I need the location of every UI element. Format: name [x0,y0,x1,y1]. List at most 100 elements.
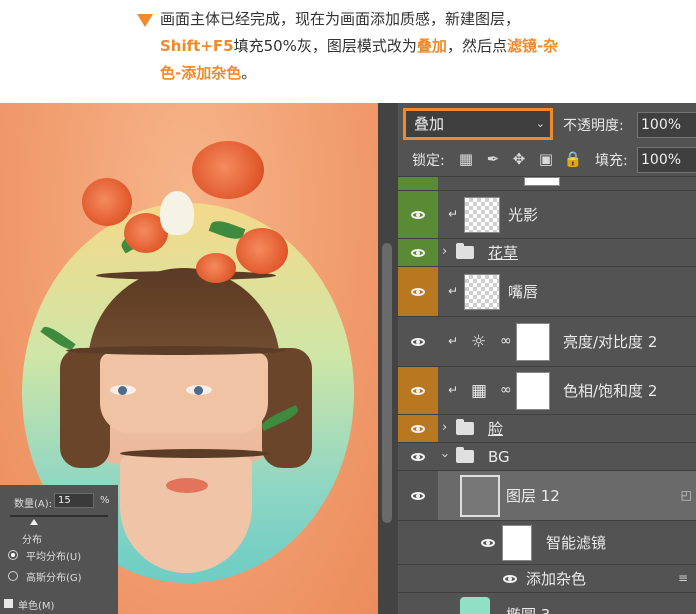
clipping-mask-icon: ↵ [448,333,459,348]
amount-unit: % [100,495,110,506]
smart-filters-label[interactable]: 智能滤镜 [546,533,606,553]
uniform-radio[interactable] [8,550,18,560]
clipping-mask-icon: ↵ [448,283,459,298]
visibility-toggle[interactable] [398,267,438,316]
visibility-toggle[interactable] [398,317,438,366]
lock-all-icon[interactable]: 🔒 [562,148,584,170]
fill-input[interactable]: 100% [637,147,696,173]
hotkey-text: Shift+F5 [160,37,234,55]
amount-slider-track[interactable] [10,515,108,517]
layer-name[interactable]: 光影 [508,205,538,225]
folder-icon [456,242,474,259]
tutorial-text: ，然后点 [446,37,507,55]
filter-blending-options-icon[interactable]: ≡ [678,571,688,585]
layer-name[interactable]: 椭圆 3 [506,605,550,614]
tutorial-text: 。 [241,64,257,82]
group-name[interactable]: 花草 [488,243,518,263]
blend-mode-value: 叠加 [414,115,445,133]
amount-slider-thumb[interactable] [30,519,38,525]
layer-group-row[interactable]: › BG [398,442,696,470]
layer-name[interactable]: 亮度/对比度 2 [563,332,657,352]
visibility-toggle[interactable] [398,415,438,442]
amount-label: 数量(A): [14,499,53,510]
smart-filters-row[interactable]: 智能滤镜 [398,520,696,564]
clipping-mask-icon: ↵ [448,206,459,221]
tutorial-header: 画面主体已经完成，现在为画面添加质感，新建图层， Shift+F5填充50%灰，… [0,0,696,100]
group-name[interactable]: BG [488,447,510,467]
layer-thumbnail [460,597,490,614]
layer-row[interactable]: ↵ ▦ ∞ 色相/饱和度 2 [398,366,696,414]
panel-scrollbar[interactable] [378,103,398,614]
visibility-toggle[interactable] [398,443,438,470]
layer-group-row[interactable]: › 花草 [398,238,696,266]
lock-transparent-icon[interactable]: ▦ [455,148,477,170]
scrollbar-thumb[interactable] [382,243,392,523]
layer-row[interactable]: ↵ 光影 [398,190,696,238]
visibility-toggle[interactable] [398,471,438,520]
brightness-contrast-icon: ☼ [471,331,487,352]
layer-row[interactable] [398,176,696,190]
hue-saturation-icon: ▦ [471,380,488,401]
uniform-label[interactable]: 平均分布(U) [26,548,81,563]
slice-edge [120,449,270,458]
layer-name[interactable]: 嘴唇 [508,282,538,302]
amount-input[interactable]: 15 [54,493,94,508]
white-lily [160,191,194,235]
visibility-toggle[interactable] [398,593,438,614]
eye-icon[interactable] [481,538,495,547]
right-eye [186,385,212,395]
layer-row[interactable]: ↵ ☼ ∞ 亮度/对比度 2 [398,316,696,366]
layer-row-selected[interactable]: 图层 12 ◰ [398,470,696,520]
layer-thumbnail [524,177,560,186]
layer-row[interactable]: ↵ 嘴唇 [398,266,696,316]
eye-icon [411,424,425,433]
clipping-mask-icon: ↵ [448,382,459,397]
gaussian-radio[interactable] [8,571,18,581]
filter-name[interactable]: 添加杂色 [526,569,586,589]
blend-mode-select[interactable]: 叠加 ⌄ [403,108,553,140]
chevron-right-icon[interactable]: › [442,244,447,259]
layer-mask-thumbnail [516,323,550,361]
slice-edge [96,271,276,280]
link-icon[interactable]: ∞ [500,382,512,398]
tutorial-line-3: 色-添加杂色。 [160,62,256,84]
visibility-spacer [398,565,438,592]
filter-row[interactable]: 添加杂色 ≡ [398,564,696,592]
folder-icon [456,446,474,463]
visibility-toggle[interactable] [398,191,438,238]
folder-icon [456,418,474,435]
chevron-down-icon[interactable]: › [437,452,452,457]
visibility-toggle[interactable] [398,367,438,414]
group-name[interactable]: 脸 [488,419,503,439]
poppy-flower [82,178,132,226]
eye-icon [411,337,425,346]
layer-name[interactable]: 色相/饱和度 2 [563,381,657,401]
poppy-flower [236,228,288,274]
visibility-toggle[interactable] [398,177,438,190]
lips [166,478,208,493]
gaussian-label[interactable]: 高斯分布(G) [26,569,82,584]
lock-move-icon[interactable]: ✥ [508,148,530,170]
lock-paint-icon[interactable]: ✒ [482,148,504,170]
layer-name[interactable]: 图层 12 [506,486,560,506]
left-eye [110,385,136,395]
eye-icon [411,248,425,257]
chevron-right-icon[interactable]: › [442,420,447,435]
tutorial-line-2: Shift+F5填充50%灰，图层模式改为叠加，然后点滤镜-杂 [160,35,558,57]
monochrome-checkbox[interactable] [4,599,13,608]
chevron-down-icon: ⌄ [535,117,545,130]
layer-thumbnail [464,197,500,233]
visibility-toggle[interactable] [398,239,438,266]
eye-icon[interactable] [503,574,517,583]
menu-path-text: 滤镜-杂 [506,37,559,55]
blend-mode-text: 叠加 [416,37,447,55]
layer-group-row[interactable]: › 脸 [398,414,696,442]
link-icon[interactable]: ∞ [500,333,512,349]
poppy-flower [196,253,236,283]
distribution-label: 分布 [22,535,42,546]
lock-artboard-icon[interactable]: ▣ [535,148,557,170]
monochrome-label[interactable]: 单色(M) [18,597,54,612]
lock-label: 锁定: [412,153,445,169]
opacity-input[interactable]: 100% [637,112,696,138]
layer-row[interactable]: 椭圆 3 [398,592,696,614]
